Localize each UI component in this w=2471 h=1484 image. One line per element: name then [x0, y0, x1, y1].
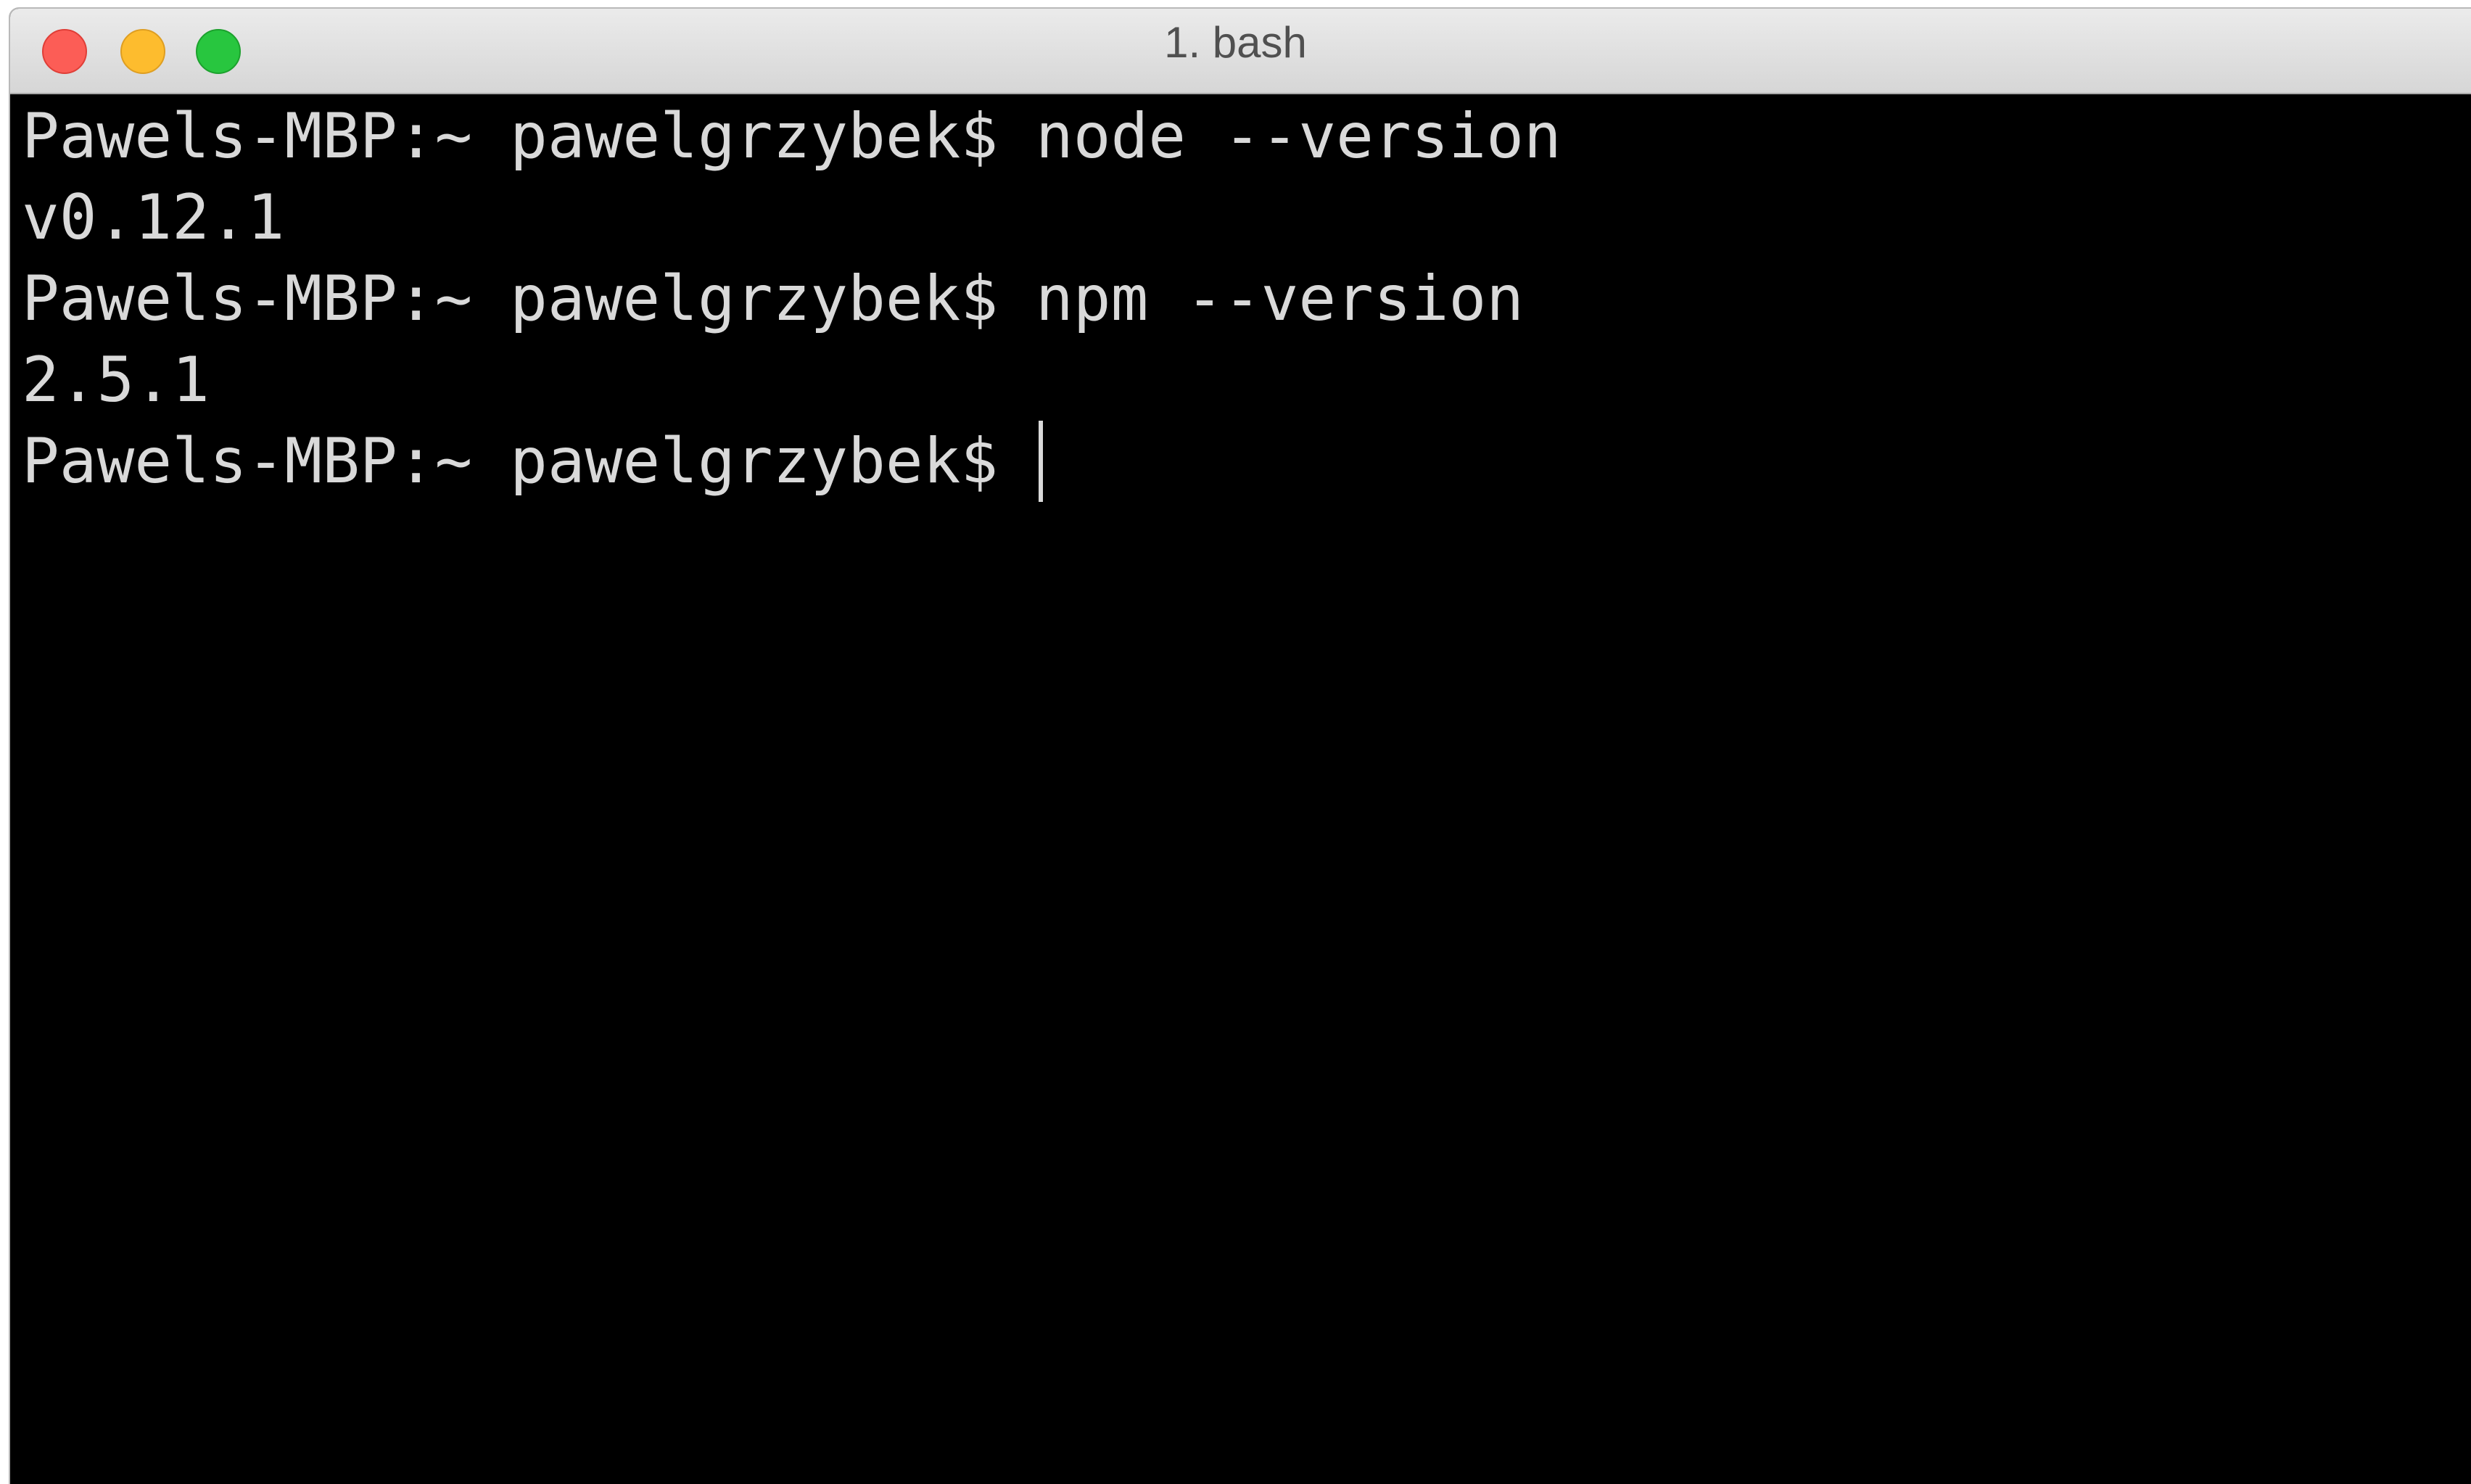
window-title: 1. bash: [1164, 18, 1307, 67]
terminal-line: Pawels-MBP:~ pawelgrzybek$ node --versio…: [22, 100, 1562, 173]
terminal-line: Pawels-MBP:~ pawelgrzybek$ npm --version: [22, 263, 1525, 335]
terminal-prompt: Pawels-MBP:~ pawelgrzybek$: [22, 425, 1036, 498]
terminal-line: v0.12.1: [22, 181, 285, 254]
text-cursor: [1038, 421, 1043, 502]
terminal-line: 2.5.1: [22, 344, 210, 416]
terminal-output[interactable]: Pawels-MBP:~ pawelgrzybek$ node --versio…: [22, 96, 2471, 1484]
terminal-prompt-line[interactable]: Pawels-MBP:~ pawelgrzybek$: [22, 421, 2471, 502]
